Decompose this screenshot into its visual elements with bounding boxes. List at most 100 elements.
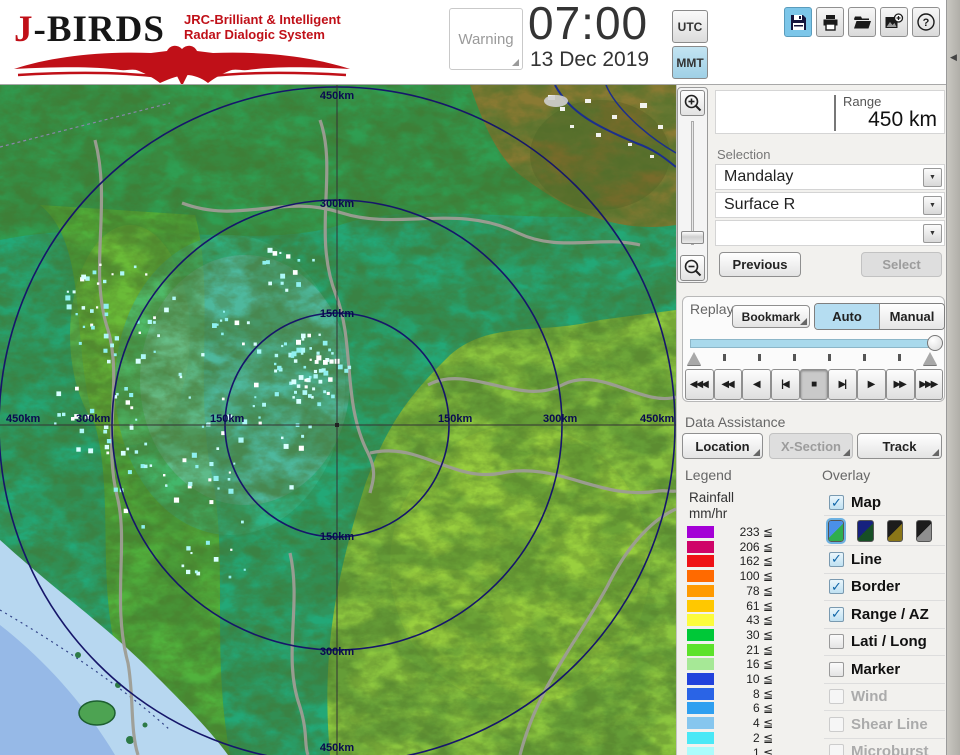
overlay-item-map[interactable]: ✓ Map [824, 490, 945, 516]
location-button[interactable]: Location [682, 433, 763, 459]
legend-value: 100 ≦ [739, 569, 773, 584]
line-checkbox[interactable]: ✓ [829, 551, 844, 567]
manual-mode-button[interactable]: Manual [879, 304, 944, 329]
print-icon [823, 14, 837, 31]
overlay-item-range-az[interactable]: ✓ Range / AZ [824, 601, 945, 629]
warning-label: Warning [458, 30, 514, 48]
playback-forward-button[interactable]: ▶▶ [885, 369, 915, 400]
playback-skip-end-button[interactable]: ▶| [828, 369, 858, 400]
control-panel: Myanmar DMH Range 450 km Selection Manda… [676, 0, 947, 755]
svg-text:450km: 450km [320, 90, 354, 102]
border-checkbox[interactable]: ✓ [829, 579, 844, 595]
zoom-slider-track[interactable] [691, 121, 694, 245]
chevron-down-icon[interactable]: ▼ [923, 196, 942, 215]
panel-collapse-strip[interactable]: ◀ [946, 0, 960, 755]
jbirds-app: J-BIRDS JRC-Brilliant & Intelligent Rada… [0, 0, 960, 755]
snapshot-button[interactable] [880, 7, 908, 37]
replay-slider-handle[interactable] [927, 335, 943, 351]
map-style-swatch-1[interactable] [825, 517, 847, 544]
x-section-button[interactable]: X-Section [769, 433, 853, 459]
line-label: Line [851, 550, 882, 568]
wind-label: Wind [851, 688, 888, 706]
slider-start-marker[interactable] [687, 352, 701, 365]
svg-text:450km: 450km [320, 742, 354, 754]
legend-row: 21 ≦ [687, 642, 777, 657]
chevron-down-icon[interactable]: ▼ [923, 224, 942, 243]
chevron-down-icon[interactable]: ▼ [923, 168, 942, 187]
legend-swatch [687, 643, 714, 656]
svg-text:150km: 150km [320, 531, 354, 543]
marker-checkbox[interactable] [829, 661, 844, 677]
save-icon [790, 14, 806, 30]
station-dropdown-value: Mandalay [724, 168, 794, 185]
legend-swatch [687, 584, 714, 597]
app-subtitle: JRC-Brilliant & Intelligent Radar Dialog… [184, 12, 341, 42]
zoom-in-button[interactable] [680, 90, 705, 116]
map-checkbox[interactable]: ✓ [829, 495, 844, 510]
warning-button[interactable]: Warning [449, 8, 523, 70]
overlay-options: ✓ Map ✓ Line ✓ Border ✓ Range / AZ Lati / Long Ma… [824, 490, 945, 755]
replay-label: Replay [690, 301, 734, 317]
auto-mode-button[interactable]: Auto [815, 304, 879, 329]
map-style-swatch-3[interactable] [886, 519, 903, 542]
map-style-swatch-4[interactable] [915, 519, 932, 542]
zoom-slider-handle[interactable] [681, 231, 704, 244]
radar-map[interactable]: 450km 300km 150km 150km 300km 450km 450k… [0, 85, 676, 755]
overlay-item-border[interactable]: ✓ Border [824, 574, 945, 601]
legend-swatch [687, 746, 714, 755]
playback-rewind-button[interactable]: ◀◀ [713, 369, 743, 400]
lati-long-checkbox[interactable] [829, 634, 844, 650]
previous-button[interactable]: Previous [719, 252, 801, 277]
legend-row: 61 ≦ [687, 599, 777, 613]
zoom-out-button[interactable] [680, 255, 705, 281]
playback-back-button[interactable]: ◀ [742, 369, 772, 400]
zoom-out-icon [684, 259, 701, 277]
elevation-dropdown[interactable]: ▼ [715, 220, 945, 246]
range-az-label: Range / AZ [851, 605, 929, 623]
legend-row: 30 ≦ [687, 628, 777, 642]
product-dropdown[interactable]: Surface R ▼ [715, 192, 945, 218]
slider-tick [898, 354, 901, 361]
legend-value: 2 ≦ [752, 730, 773, 745]
legend-label: Legend [685, 467, 732, 483]
legend-value: 233 ≦ [739, 525, 773, 539]
snapshot-add-icon [885, 12, 904, 28]
lati-long-label: Lati / Long [851, 633, 927, 651]
playback-stop-button[interactable]: ■ [799, 369, 829, 400]
range-az-checkbox[interactable]: ✓ [829, 606, 844, 622]
app-logo: J-BIRDS JRC-Brilliant & Intelligent Rada… [8, 6, 362, 84]
legend-swatch [687, 555, 714, 568]
map-style-swatch-2[interactable] [857, 519, 874, 542]
legend-row: 233 ≦ [687, 525, 777, 539]
playback-skip-start-button[interactable]: |◀ [771, 369, 800, 400]
overlay-item-lati-long[interactable]: Lati / Long [824, 629, 945, 656]
bookmark-button[interactable]: Bookmark [732, 305, 810, 328]
range-value: 450 km [868, 108, 937, 131]
legend-row: 2 ≦ [687, 730, 777, 745]
replay-slider-track[interactable] [690, 339, 936, 348]
track-button[interactable]: Track [857, 433, 942, 459]
open-folder-icon [854, 16, 871, 28]
open-file-button[interactable] [848, 7, 876, 37]
select-button[interactable]: Select [861, 252, 942, 277]
header: J-BIRDS JRC-Brilliant & Intelligent Rada… [0, 0, 946, 85]
help-button[interactable]: ? [912, 7, 940, 37]
clock-time: 07:00 [528, 0, 649, 49]
utc-button[interactable]: UTC [672, 10, 708, 43]
overlay-item-marker[interactable]: Marker [824, 656, 945, 684]
mmt-button[interactable]: MMT [672, 46, 708, 79]
playback-rewind-fast-button[interactable]: ◀◀◀ [685, 369, 714, 400]
playback-play-button[interactable]: ▶ [857, 369, 886, 400]
legend-row: 1 ≦ [687, 746, 777, 755]
slider-tick [828, 354, 831, 361]
range-label: Range [843, 94, 882, 109]
overlay-item-line[interactable]: ✓ Line [824, 546, 945, 574]
slider-end-marker[interactable] [923, 352, 937, 365]
save-button[interactable] [784, 7, 812, 37]
legend-value: 21 ≦ [746, 642, 773, 657]
legend-value: 10 ≦ [746, 672, 773, 686]
playback-forward-fast-button[interactable]: ▶▶▶ [914, 369, 944, 400]
print-button[interactable] [816, 7, 844, 37]
wind-checkbox [829, 689, 844, 705]
station-dropdown[interactable]: Mandalay ▼ [715, 164, 945, 190]
